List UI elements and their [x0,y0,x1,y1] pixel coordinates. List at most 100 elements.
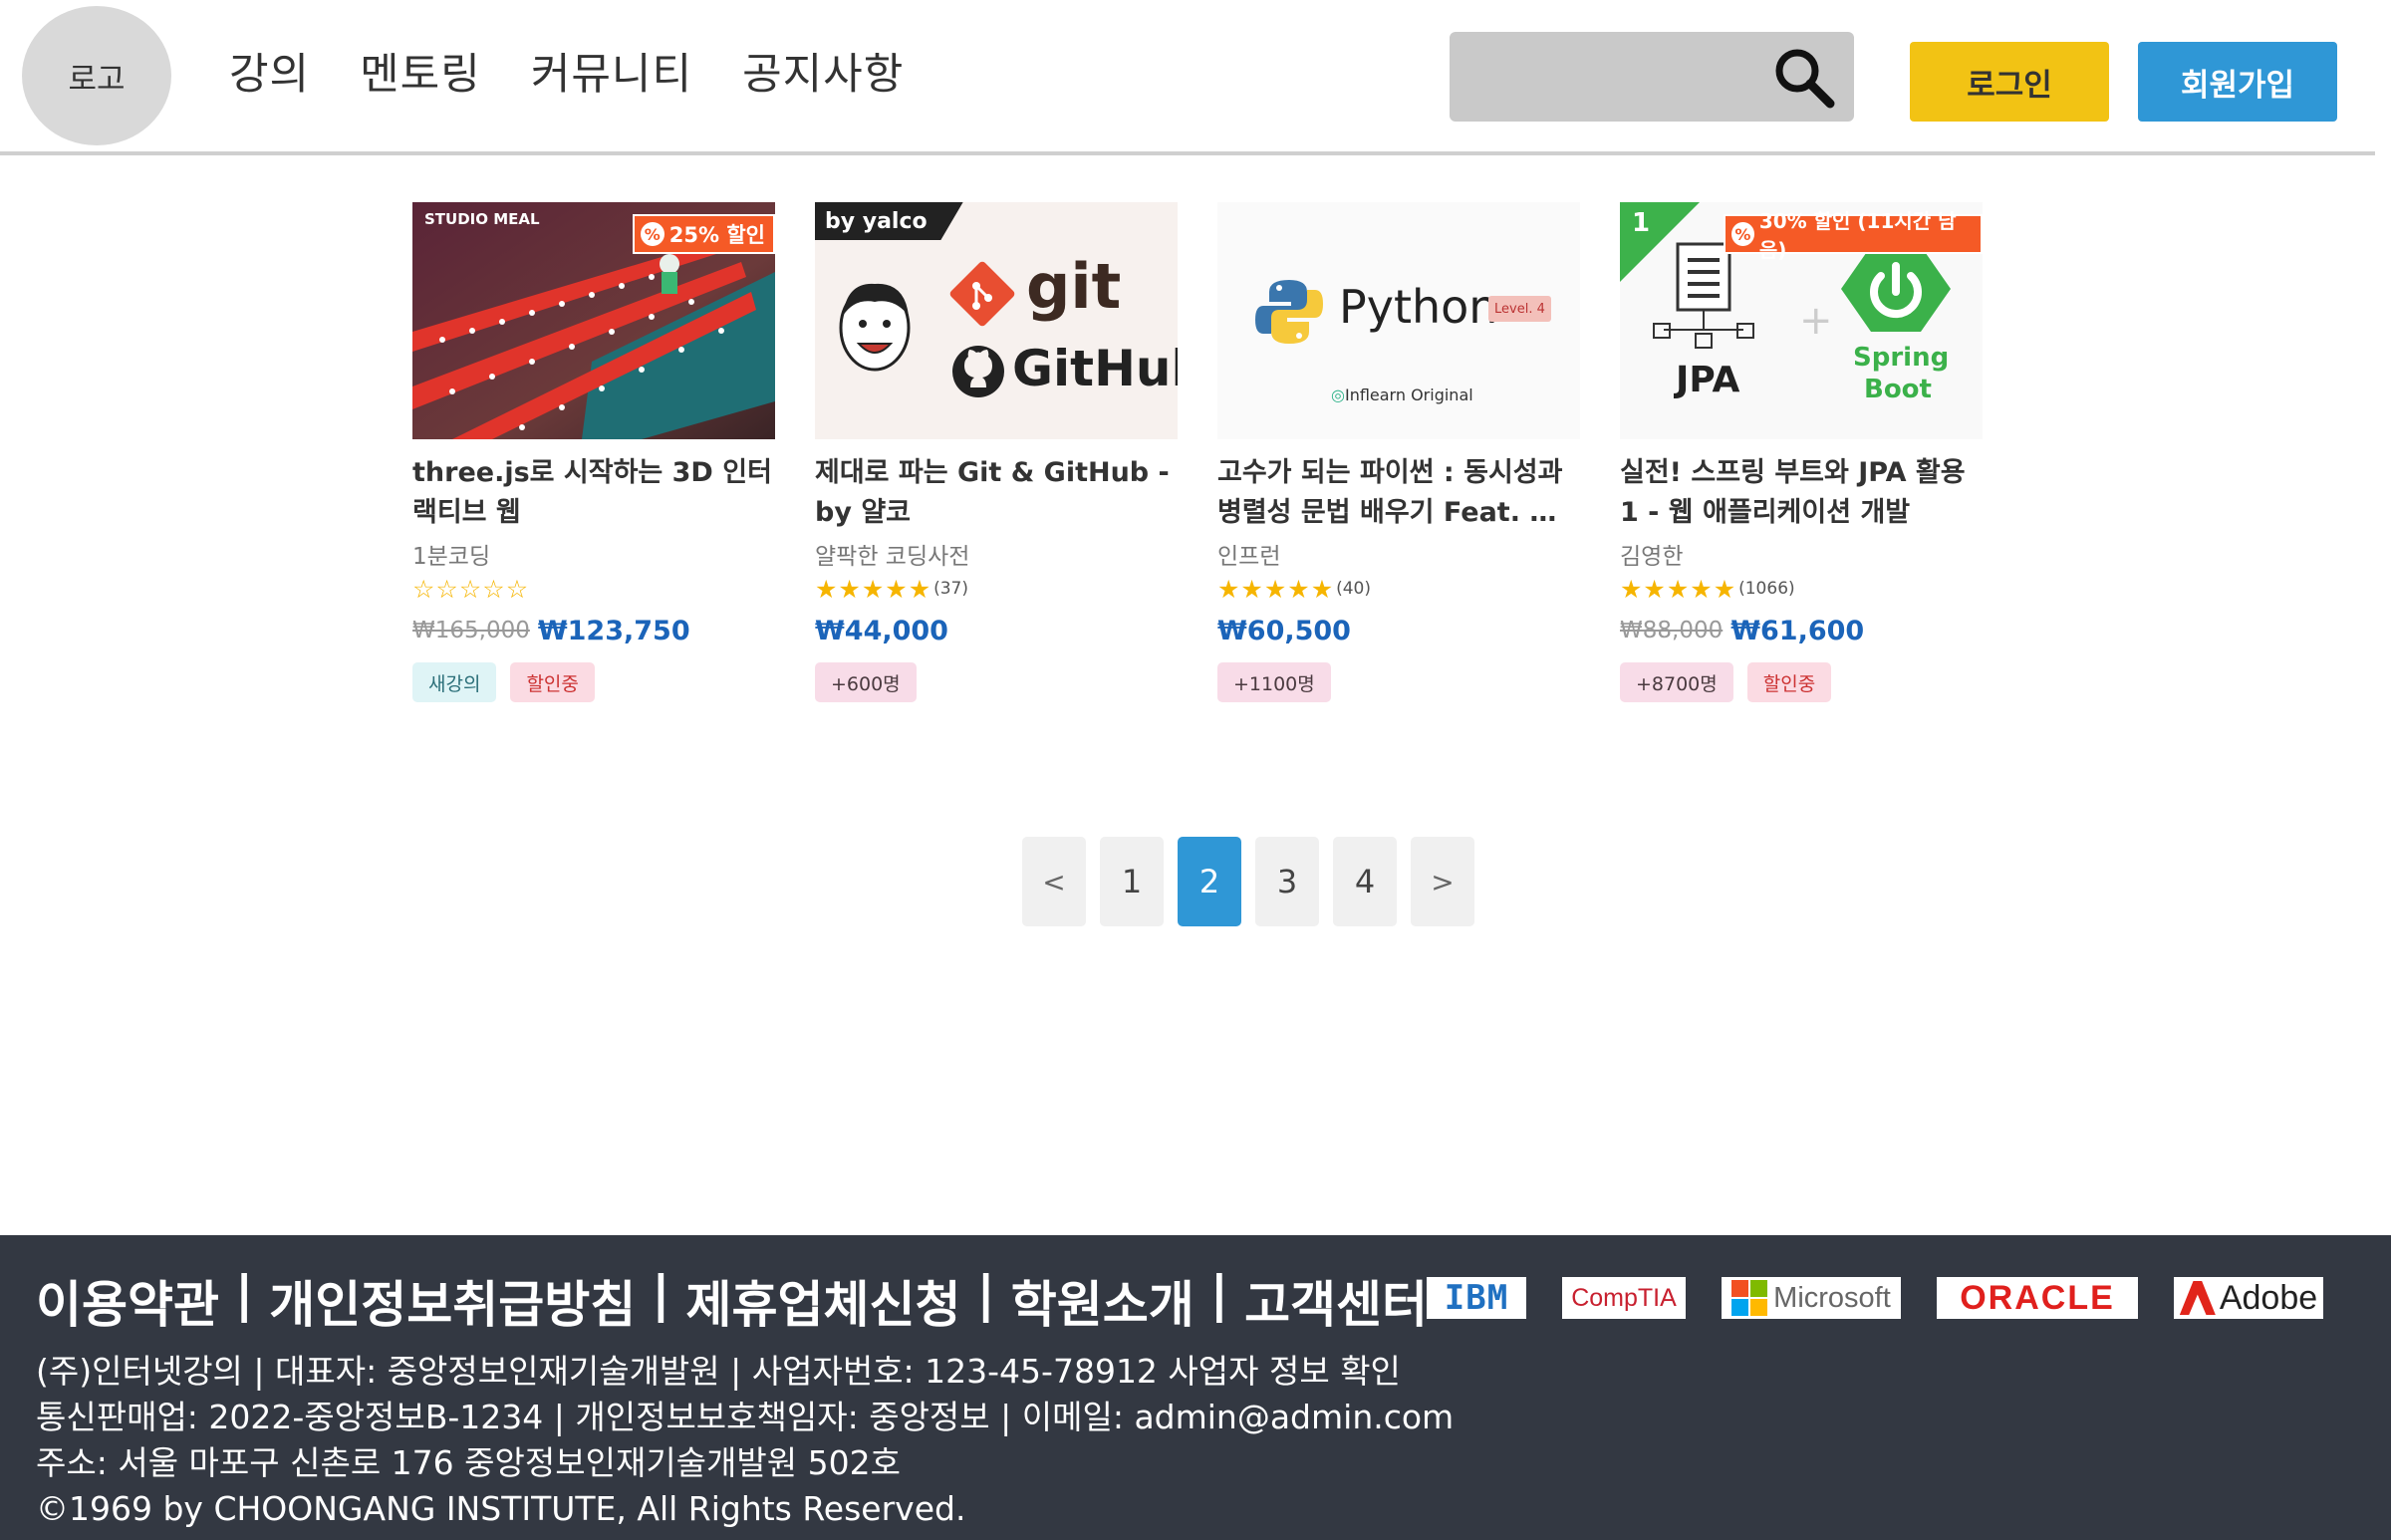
rating-count: (37) [933,579,969,599]
footer-link-about[interactable]: 학원소개 [1011,1265,1195,1337]
discount-badge: % 30% 할인 (11시간 남음) [1724,209,1983,262]
star-full-icon: ★ [1690,574,1713,604]
course-price: ₩60,500 [1217,611,1580,650]
course-instructor: 얄팍한 코딩사전 [815,544,970,570]
tag-students: +8700명 [1620,662,1733,702]
footer-separator: | [235,1265,254,1323]
course-card[interactable]: by yalco git GitHub 제대로 파는 Git & GitHub … [815,202,1178,702]
author-badge-label: by yalco [825,208,928,234]
course-thumbnail[interactable]: 1 JPA + Spring Boot % 30% 할인 (11시간 남음) [1620,202,1983,439]
main-nav: 강의 멘토링 커뮤니티 공지사항 [229,40,904,102]
star-full-icon: ★ [1713,574,1736,604]
spring-boot-wordmark: Spring Boot [1853,342,1950,405]
star-empty-icon: ☆ [458,574,482,604]
course-title[interactable]: 실전! 스프링 부트와 JPA 활용1 - 웹 애플리케이션 개발 [1620,453,1983,533]
cartoon-face-icon [839,283,911,372]
course-tags: +1100명 [1217,662,1580,702]
discount-badge: % 25% 할인 [632,214,775,254]
inflearn-original-text: Inflearn Original [1344,385,1473,404]
nav-item-notices[interactable]: 공지사항 [742,40,904,102]
course-thumbnail[interactable]: STUDIO MEAL % 25% 할인 [412,202,775,439]
footer-separator: | [652,1265,670,1323]
search-icon[interactable] [1770,44,1836,110]
page-button-3[interactable]: 3 [1255,837,1319,926]
star-full-icon: ★ [1666,574,1690,604]
star-full-icon: ★ [861,574,885,604]
python-wordmark: Python [1339,280,1498,334]
discount-icon: % [640,222,664,246]
price-current: ₩44,000 [815,615,948,646]
rating-stars: ★ ★ ★ ★ ★ [1620,577,1735,602]
site-footer: 이용약관 | 개인정보취급방침 | 제휴업체신청 | 학원소개 | 고객센터 I… [0,1235,2391,1540]
discount-icon: % [1731,222,1754,246]
company-info-line: (주)인터넷강의 | 대표자: 중앙정보인재기술개발원 | 사업자번호: 123… [36,1352,1401,1391]
microsoft-grid-icon [1731,1280,1768,1316]
page-button-1[interactable]: 1 [1100,837,1164,926]
discount-badge-label: 25% 할인 [668,223,765,247]
course-price: ₩165,000 ₩123,750 [412,611,775,650]
star-full-icon: ★ [815,574,838,604]
star-empty-icon: ☆ [435,574,458,604]
login-button[interactable]: 로그인 [1910,42,2109,122]
database-diagram-icon [1653,242,1754,349]
course-list: STUDIO MEAL % 25% 할인 three.js로 시작하는 3D 인… [412,202,1987,702]
spring-wordmark-line1: Spring [1853,343,1950,373]
footer-link-terms[interactable]: 이용약관 [36,1265,219,1337]
company-info-line: 통신판매업: 2022-중앙정보B-1234 | 개인정보보호책임자: 중앙정보… [36,1398,1455,1436]
nav-item-community[interactable]: 커뮤니티 [531,40,692,102]
nav-item-mentoring[interactable]: 멘토링 [360,40,481,102]
page-button-4[interactable]: 4 [1333,837,1397,926]
star-full-icon: ★ [1263,574,1287,604]
rating-stars: ☆ ☆ ☆ ☆ ☆ [412,577,528,602]
course-title[interactable]: 제대로 파는 Git & GitHub - by 얄코 [815,453,1178,533]
logo[interactable]: 로고 [22,6,171,145]
rank-number: 1 [1632,208,1651,238]
search-input[interactable] [1450,32,1778,122]
level-badge: Level. 4 [1488,296,1551,322]
signup-button[interactable]: 회원가입 [2138,42,2337,122]
star-full-icon: ★ [838,574,861,604]
tag-students: +1100명 [1217,662,1331,702]
star-empty-icon: ☆ [412,574,435,604]
git-logo-icon [949,261,1015,327]
course-instructor: 인프런 [1217,544,1281,570]
pagination: < 1 2 3 4 > [1022,837,1474,926]
discount-badge-label: 30% 할인 (11시간 남음) [1758,209,1957,262]
page-button-2[interactable]: 2 [1178,837,1241,926]
price-current: ₩61,600 [1730,615,1865,646]
author-badge: by yalco [815,202,963,240]
star-full-icon: ★ [1620,574,1643,604]
course-card[interactable]: 1 JPA + Spring Boot % 30% 할인 (11시간 남음) 실… [1620,202,1983,702]
search-box [1450,32,1854,122]
course-thumbnail[interactable]: by yalco git GitHub [815,202,1178,439]
github-logo-icon [952,346,1004,397]
footer-link-support[interactable]: 고객센터 [1244,1265,1428,1337]
github-wordmark: GitHub [1012,340,1178,397]
comptia-logo: CompTIA [1562,1277,1686,1319]
ibm-logo: IBM [1427,1277,1526,1319]
star-full-icon: ★ [1217,574,1240,604]
microsoft-wordmark: Microsoft [1773,1281,1891,1314]
footer-separator: | [976,1265,995,1323]
course-price: ₩88,000 ₩61,600 [1620,611,1983,650]
adobe-wordmark: Adobe [2219,1278,2318,1317]
course-card[interactable]: STUDIO MEAL % 25% 할인 three.js로 시작하는 3D 인… [412,202,775,702]
git-wordmark: git [1026,250,1122,323]
partner-logos: IBM CompTIA Microsoft ORACLE Adobe [1427,1277,2323,1319]
footer-links: 이용약관 | 개인정보취급방침 | 제휴업체신청 | 학원소개 | 고객센터 [36,1265,1428,1337]
course-tags: +8700명 할인중 [1620,662,1983,702]
nav-item-lectures[interactable]: 강의 [229,40,310,102]
prev-page-button[interactable]: < [1022,837,1086,926]
course-title[interactable]: 고수가 되는 파이썬 : 동시성과 병렬성 문법 배우기 Feat. 멀티스레딩… [1217,453,1580,533]
course-thumbnail[interactable]: Python Level. 4 ◎Inflearn Original [1217,202,1580,439]
footer-link-partnership[interactable]: 제휴업체신청 [686,1265,961,1337]
tag-sale: 할인중 [1746,662,1832,702]
star-full-icon: ★ [1643,574,1666,604]
course-tags: 새강의 할인중 [412,662,775,702]
course-card[interactable]: Python Level. 4 ◎Inflearn Original 고수가 되… [1217,202,1580,702]
next-page-button[interactable]: > [1411,837,1474,926]
oracle-logo: ORACLE [1937,1277,2138,1319]
course-rating: ☆ ☆ ☆ ☆ ☆ [412,571,775,607]
footer-link-privacy[interactable]: 개인정보취급방침 [269,1265,636,1337]
course-title[interactable]: three.js로 시작하는 3D 인터랙티브 웹 [412,453,775,533]
